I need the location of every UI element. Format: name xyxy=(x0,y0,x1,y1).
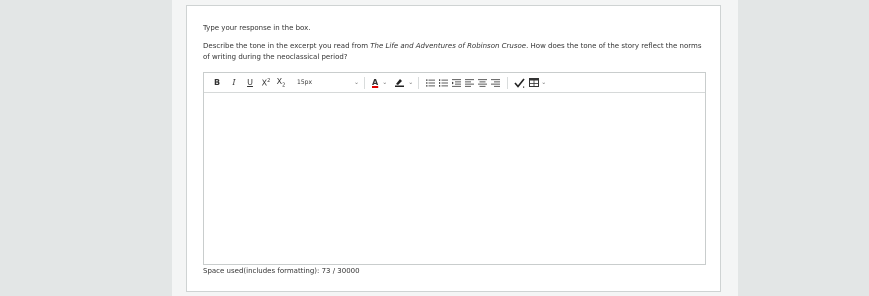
editor-toolbar: B I U X2 X2 15px ⌄ A ⌄ ⌄ ⌄ xyxy=(204,73,705,93)
superscript-mark: 2 xyxy=(267,77,271,84)
bold-button[interactable]: B xyxy=(212,76,222,90)
indent-icon xyxy=(452,78,462,87)
underline-icon: U xyxy=(247,78,253,87)
rich-text-editor[interactable]: B I U X2 X2 15px ⌄ A ⌄ ⌄ ⌄ xyxy=(203,72,706,265)
toolbar-divider xyxy=(507,76,509,89)
indent-button[interactable] xyxy=(450,76,463,90)
toolbar-divider xyxy=(418,76,420,89)
align-center-button[interactable] xyxy=(476,76,489,90)
align-left-icon xyxy=(465,78,475,87)
bullet-list-icon xyxy=(426,79,436,86)
italic-icon: I xyxy=(232,78,236,87)
align-right-icon xyxy=(491,78,501,87)
italic-button[interactable]: I xyxy=(229,76,239,90)
bold-icon: B xyxy=(213,78,221,87)
highlight-color-button[interactable]: ⌄ xyxy=(394,76,413,89)
table-button[interactable]: ⌄ xyxy=(529,78,546,87)
subscript-icon: X2 xyxy=(277,77,286,89)
instruction-text: Type your response in the box. xyxy=(203,24,311,32)
table-icon xyxy=(529,78,540,87)
spellcheck-icon xyxy=(514,78,525,88)
bullet-list-button[interactable] xyxy=(424,76,437,90)
font-color-button[interactable]: A ⌄ xyxy=(372,78,387,87)
numbered-list-button[interactable] xyxy=(437,76,450,90)
font-size-value: 15px xyxy=(297,79,312,86)
highlight-pen-icon xyxy=(394,76,405,89)
question-prompt: Describe the tone in the excerpt you rea… xyxy=(203,41,708,63)
font-size-select[interactable]: 15px ⌄ xyxy=(297,76,359,90)
spellcheck-button[interactable] xyxy=(513,76,526,90)
align-left-button[interactable] xyxy=(463,76,476,90)
subscript-button[interactable]: X2 xyxy=(275,76,287,90)
book-title: The Life and Adventures of Robinson Crus… xyxy=(370,42,527,50)
align-center-icon xyxy=(478,78,488,87)
chevron-down-icon: ⌄ xyxy=(353,79,359,86)
subscript-mark: 2 xyxy=(282,82,286,89)
superscript-button[interactable]: X2 xyxy=(260,76,272,90)
chevron-down-icon: ⌄ xyxy=(408,79,414,86)
character-counter: Space used(includes formatting): 73 / 30… xyxy=(203,267,360,275)
toolbar-divider xyxy=(364,76,365,89)
editor-text-area[interactable] xyxy=(204,93,705,264)
underline-button[interactable]: U xyxy=(245,76,255,90)
question-text-before: Describe the tone in the excerpt you rea… xyxy=(203,42,371,50)
font-color-icon: A xyxy=(372,78,379,87)
align-right-button[interactable] xyxy=(489,76,502,90)
chevron-down-icon: ⌄ xyxy=(382,79,388,86)
superscript-icon: X2 xyxy=(262,78,271,88)
numbered-list-icon xyxy=(439,78,449,87)
chevron-down-icon: ⌄ xyxy=(541,79,547,86)
